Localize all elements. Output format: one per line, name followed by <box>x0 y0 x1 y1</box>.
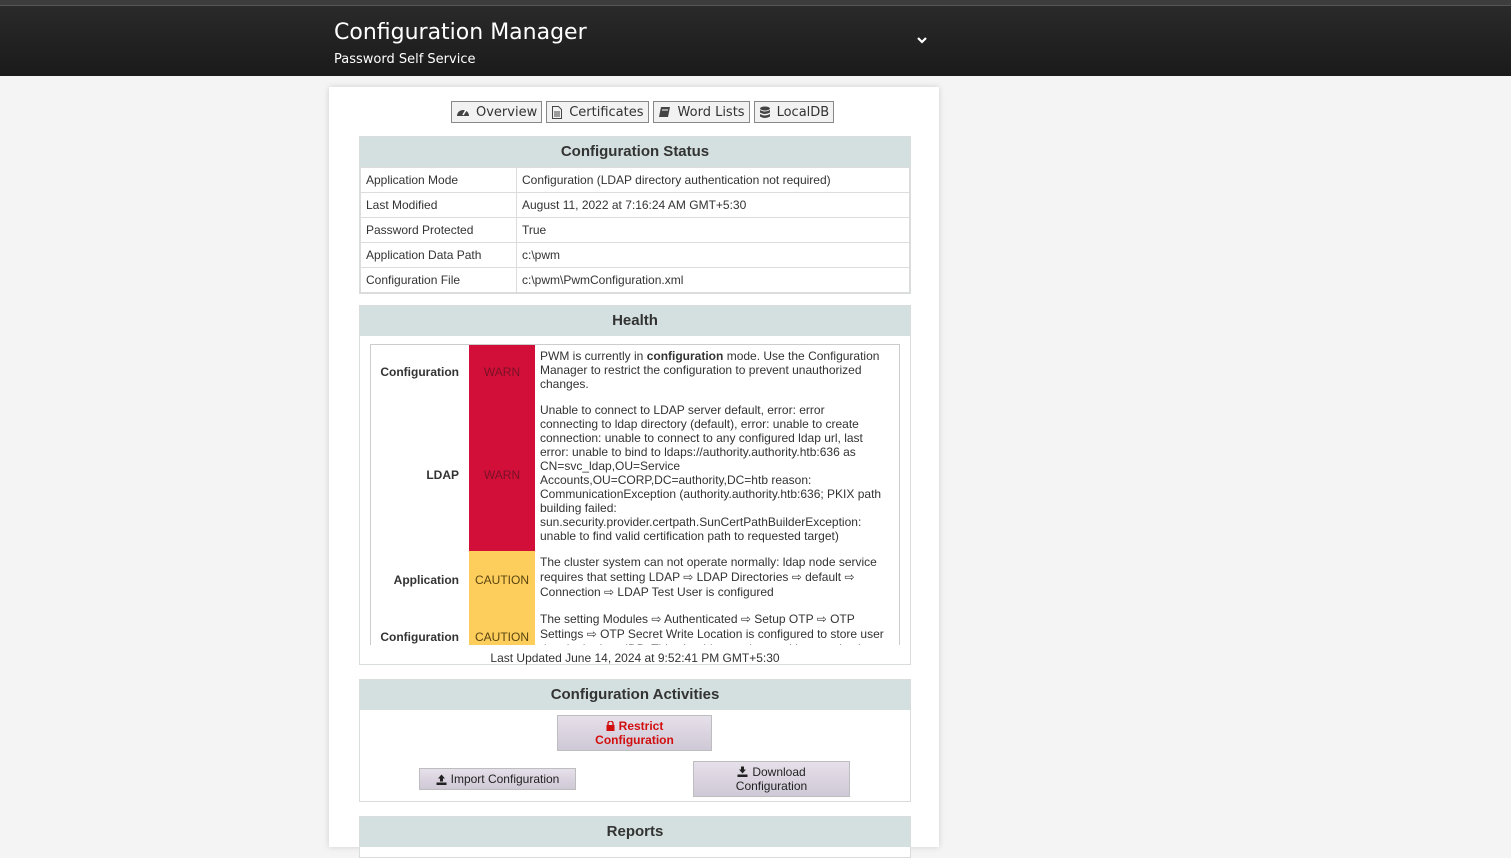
dashboard-icon <box>457 109 469 116</box>
tab-bar: Overview Certificates Word Lists LocalDB <box>451 101 835 123</box>
health-message: PWM is currently in configuration mode. … <box>540 349 880 391</box>
configuration-activities-section: Configuration Activities Restrict Config… <box>359 679 911 802</box>
row-key: Configuration File <box>360 267 517 293</box>
table-row: Password Protected True <box>360 217 910 243</box>
status-badge: CAUTION <box>469 608 535 645</box>
row-value: August 11, 2022 at 7:16:24 AM GMT+5:30 <box>516 192 910 218</box>
health-message: The setting Modules ⇨ Authenticated ⇨ Se… <box>540 612 884 645</box>
configuration-status-section: Configuration Status Application Mode Co… <box>359 136 911 294</box>
tab-overview[interactable]: Overview <box>451 101 543 123</box>
health-topic: Application <box>393 572 459 587</box>
health-topic: LDAP <box>426 468 459 482</box>
page-subtitle: Password Self Service <box>334 52 476 67</box>
upload-icon <box>436 774 447 785</box>
table-row: Last Modified August 11, 2022 at 7:16:24… <box>360 192 910 218</box>
health-message: The cluster system can not operate norma… <box>540 555 877 599</box>
status-table: Application Mode Configuration (LDAP dir… <box>360 167 910 293</box>
status-badge: WARN <box>469 345 535 399</box>
row-key: Application Data Path <box>360 242 517 268</box>
table-row: Configuration File c:\pwm\PwmConfigurati… <box>360 267 910 293</box>
page-title: Configuration Manager <box>334 20 587 45</box>
health-section: Health Configuration WARN PWM is current… <box>359 305 911 665</box>
table-row: Configuration CAUTION The setting Module… <box>371 608 899 645</box>
last-updated-text: Last Updated June 14, 2024 at 9:52:41 PM… <box>490 651 780 665</box>
header-bar: Configuration Manager Password Self Serv… <box>0 0 1511 76</box>
section-title: Configuration Status <box>360 137 910 167</box>
row-value: c:\pwm <box>516 242 910 268</box>
table-row: Configuration WARN PWM is currently in c… <box>371 345 899 399</box>
row-key: Password Protected <box>360 217 517 243</box>
top-strip <box>0 0 1511 6</box>
row-key: Application Mode <box>360 167 517 193</box>
row-value: c:\pwm\PwmConfiguration.xml <box>516 267 910 293</box>
reports-section: Reports <box>359 816 911 858</box>
table-row: LDAP WARN Unable to connect to LDAP serv… <box>371 399 899 551</box>
document-icon <box>552 105 563 119</box>
health-scroll-area[interactable]: Configuration WARN PWM is currently in c… <box>370 344 900 645</box>
status-badge: CAUTION <box>469 551 535 608</box>
health-table: Configuration WARN PWM is currently in c… <box>371 345 899 645</box>
table-row: Application Data Path c:\pwm <box>360 242 910 268</box>
health-message: Unable to connect to LDAP server default… <box>540 403 882 543</box>
download-icon <box>737 766 748 777</box>
section-title: Configuration Activities <box>360 680 910 710</box>
health-topic: Configuration <box>380 365 459 379</box>
import-label: Import Configuration <box>450 772 560 786</box>
chevron-down-icon <box>917 37 927 44</box>
tab-label: Certificates <box>569 104 644 120</box>
import-configuration-button[interactable]: Import Configuration <box>419 768 576 790</box>
book-icon <box>658 107 670 117</box>
header-menu-button[interactable] <box>912 30 932 50</box>
restrict-configuration-button[interactable]: Restrict Configuration <box>557 715 712 751</box>
tab-label: Word Lists <box>677 104 745 120</box>
tab-localdb[interactable]: LocalDB <box>753 101 835 123</box>
section-title: Health <box>360 306 910 336</box>
row-value: True <box>516 217 910 243</box>
row-value: Configuration (LDAP directory authentica… <box>516 167 910 193</box>
lock-icon <box>606 720 615 731</box>
tab-word-lists[interactable]: Word Lists <box>652 101 750 123</box>
tab-label: LocalDB <box>776 104 830 120</box>
tab-certificates[interactable]: Certificates <box>546 101 649 123</box>
tab-label: Overview <box>476 104 538 120</box>
table-row: Application CAUTION The cluster system c… <box>371 551 899 608</box>
status-badge: WARN <box>469 399 535 551</box>
section-title: Reports <box>360 817 910 847</box>
health-topic: Configuration <box>380 629 459 644</box>
row-key: Last Modified <box>360 192 517 218</box>
download-configuration-button[interactable]: Download Configuration <box>693 761 850 797</box>
database-icon <box>759 106 770 118</box>
table-row: Application Mode Configuration (LDAP dir… <box>360 167 910 193</box>
